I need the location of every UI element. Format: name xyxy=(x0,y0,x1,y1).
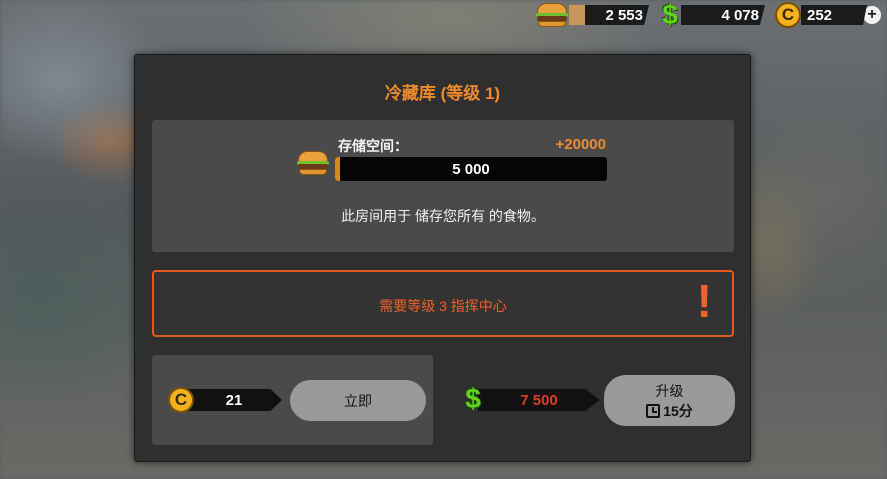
upgrade-panel: $ 7 500 升级 15分 xyxy=(452,355,742,445)
upgrade-button-label: 升级 xyxy=(655,382,684,399)
storage-value: 5 000 xyxy=(452,160,490,178)
instant-button[interactable]: 立即 xyxy=(290,380,426,421)
storage-progress-bar: 5 000 xyxy=(335,157,607,181)
food-amount: 2 553 xyxy=(569,5,649,25)
upgrade-time: 15分 xyxy=(663,402,693,419)
gold-coin-icon: C xyxy=(168,387,194,413)
cash-resource: $ 4 078 xyxy=(659,1,765,29)
requirement-warning: 需要等级 3 指挥中心 ! xyxy=(152,270,734,337)
burger-icon xyxy=(296,150,330,176)
upgrade-button[interactable]: 升级 15分 xyxy=(604,375,735,426)
dialog-title: 冷藏库 (等级 1) xyxy=(384,84,501,103)
gold-coin-icon: C xyxy=(775,2,801,28)
alert-icon: ! xyxy=(696,275,712,327)
upgrade-cost: 7 500 xyxy=(478,389,600,411)
resource-bar: 2 553 $ 4 078 C 252 + xyxy=(535,1,881,29)
storage-bonus: +20000 xyxy=(555,136,606,153)
room-info-dialog: 冷藏库 (等级 1) 存储空间： +20000 5 000 此房间用于 储存您所… xyxy=(134,54,751,462)
dollar-icon: $ xyxy=(662,0,678,30)
storage-info-panel: 存储空间： +20000 5 000 此房间用于 储存您所有 的食物。 xyxy=(152,120,734,252)
gold-amount: 252 xyxy=(801,5,867,25)
instant-cost: 21 xyxy=(186,389,282,411)
burger-icon xyxy=(535,2,569,28)
dollar-icon: $ xyxy=(465,383,481,414)
upgrade-timer: 15分 xyxy=(646,401,693,421)
clock-icon xyxy=(646,403,661,418)
requirement-text: 需要等级 3 指挥中心 xyxy=(379,298,507,314)
gold-resource: C 252 + xyxy=(775,2,881,28)
storage-label: 存储空间： xyxy=(338,138,408,154)
food-resource: 2 553 xyxy=(535,2,649,28)
cash-amount: 4 078 xyxy=(681,5,765,25)
instant-upgrade-panel: C 21 立即 xyxy=(152,355,433,445)
room-description: 此房间用于 储存您所有 的食物。 xyxy=(341,208,545,224)
